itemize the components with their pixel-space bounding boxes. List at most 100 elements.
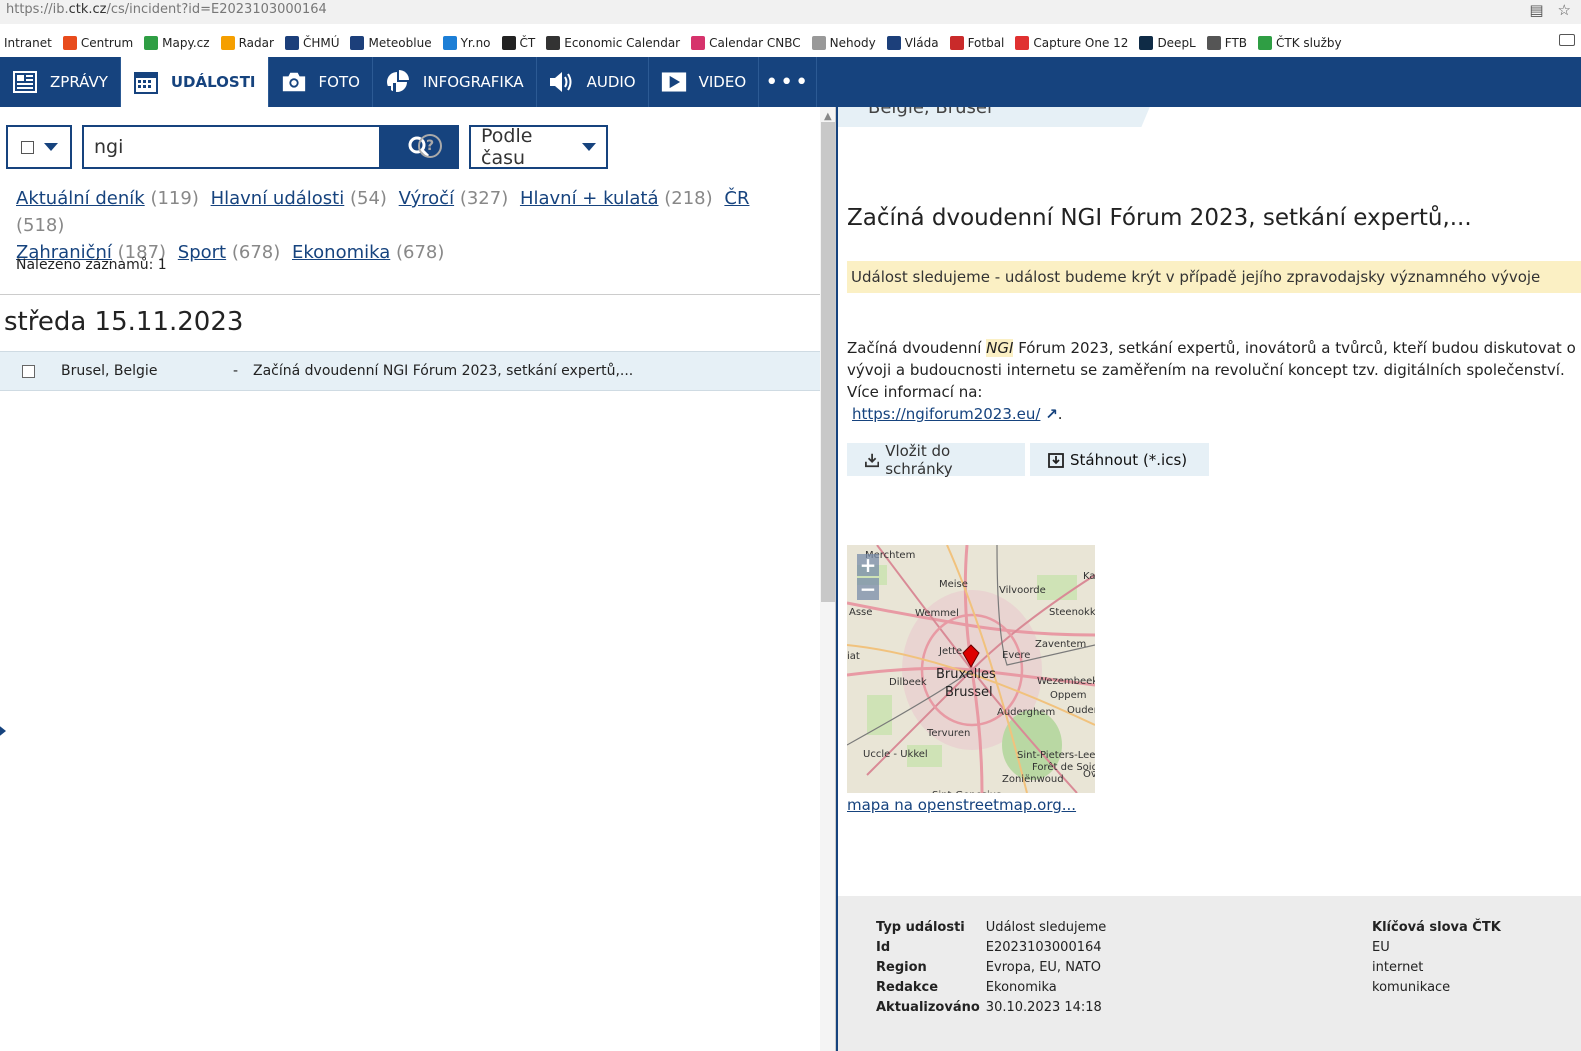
select-all-dropdown[interactable] (6, 125, 72, 169)
map-label: Oppem (1050, 690, 1086, 701)
help-icon[interactable]: ? (418, 134, 442, 158)
url-bar[interactable]: https://ib.ctk.cz/cs/incident?id=E202310… (0, 0, 1581, 24)
bookmark-label: Centrum (80, 36, 134, 50)
keyword-item: EU (1372, 940, 1390, 955)
chart-icon (385, 70, 411, 94)
nav-zpravy[interactable]: ZPRÁVY (0, 57, 121, 107)
chmu-icon (284, 36, 299, 50)
event-link[interactable]: https://ngiforum2023.eu/ (852, 405, 1040, 423)
bookmark-item[interactable]: FTB (1206, 36, 1247, 50)
bookmark-item[interactable]: DeepL (1139, 36, 1196, 50)
scroll-up-icon[interactable]: ▲ (824, 111, 832, 122)
copy-to-clipboard-button[interactable]: Vložit do schránky (847, 441, 1025, 478)
map-label: Sint-Pieters-Leeuw (1017, 750, 1095, 761)
table-row[interactable]: Brusel, Belgie - Začíná dvoudenní NGI Fó… (0, 351, 820, 391)
filter-count: (218) (664, 188, 713, 209)
bookmark-label: Yr.no (460, 36, 491, 50)
location-map[interactable]: Merchtem Meise Vilvoorde Asse Wemmel Steenokk… (847, 545, 1095, 793)
nav-infografika[interactable]: INFOGRAFIKA (373, 57, 537, 107)
nav-video[interactable]: VIDEO (649, 57, 760, 107)
nav-foto[interactable]: FOTO (269, 57, 373, 107)
bookmark-item[interactable]: Mapy.cz (144, 36, 210, 50)
nav-audio[interactable]: AUDIO (537, 57, 649, 107)
nav-udalosti[interactable]: UDÁLOSTI (120, 57, 269, 107)
map-zoom-controls: + − (857, 553, 879, 601)
download-ics-button[interactable]: Stáhnout (*.ics) (1030, 443, 1209, 476)
bookmark-label: Fotbal (967, 36, 1005, 50)
metadata-row: Typ události Událost sledujeme (876, 918, 1112, 938)
map-label: Vilvoorde (999, 585, 1046, 596)
more-label: ••• (765, 69, 811, 95)
zoom-in-button[interactable]: + (857, 553, 879, 577)
bookmark-item[interactable]: Fotbal (949, 36, 1005, 50)
result-count: Nalezeno záznamů: 1 (16, 257, 167, 273)
deepl-icon (1139, 36, 1154, 50)
bookmark-item[interactable]: ČTK služby (1258, 36, 1342, 50)
map-label: Tervuren (926, 728, 970, 739)
bookmark-item[interactable]: Yr.no (442, 36, 491, 50)
scrollbar[interactable]: ▲ (820, 107, 836, 1051)
more-icon[interactable]: ••• (759, 57, 818, 107)
filter-count: (678) (396, 242, 445, 263)
chevron-right-icon[interactable] (0, 720, 6, 742)
row-checkbox[interactable] (22, 364, 35, 378)
bookmark-item[interactable]: Capture One 12 (1015, 36, 1128, 50)
bookmark-label: Vláda (904, 36, 939, 50)
desc-text: Začíná dvoudenní (847, 339, 987, 357)
bookmark-label: Economic Calendar (564, 36, 681, 50)
event-description: Začíná dvoudenní NGI Fórum 2023, setkání… (847, 337, 1577, 425)
bookmark-item[interactable]: ČT (501, 36, 535, 50)
map-label: Zoniënwoud (1002, 774, 1064, 785)
bookmark-item[interactable]: Nehody (811, 36, 876, 50)
select-all-checkbox[interactable] (20, 140, 34, 154)
search-input[interactable] (82, 125, 379, 169)
bookmark-label: Meteoblue (368, 36, 432, 50)
bookmark-label: Capture One 12 (1033, 36, 1129, 50)
keywords-header: Klíčová slova ČTK (1372, 920, 1501, 935)
search-row: ? Podle času (6, 125, 608, 169)
map-label: Zaventem (1035, 639, 1086, 650)
filter-link[interactable]: Aktuální deník (16, 188, 145, 209)
camera-icon (281, 70, 307, 94)
detail-pane: Belgie, Brusel Začíná dvoudenní NGI Fóru… (838, 107, 1581, 1051)
map-label: Steenokkerzeel (1049, 607, 1095, 618)
filter-link[interactable]: ČR (724, 188, 749, 209)
chevron-down-icon (43, 143, 58, 151)
nav-label: INFOGRAFIKA (422, 73, 524, 91)
filter-link[interactable]: Sport (178, 242, 226, 263)
map-label: Uccle - Ukkel (863, 749, 928, 760)
globe-icon (1206, 36, 1221, 50)
map-tiles: MerchtemMeiseVilvoordeAsse Wemmel Steenokk… (847, 545, 1095, 793)
bookmark-item[interactable]: Radar (220, 36, 274, 50)
filter-link[interactable]: Ekonomika (292, 242, 390, 263)
zoom-out-button[interactable]: − (857, 577, 879, 601)
sort-dropdown[interactable]: Podle času (469, 125, 608, 169)
metadata-key: Id (876, 940, 891, 955)
map-label: Sint-Genesius (932, 790, 1001, 793)
metadata-key: Typ události (876, 920, 965, 935)
button-label: Vložit do schránky (885, 441, 953, 478)
bookmark-item[interactable]: Vláda (886, 36, 939, 50)
bookmark-item[interactable]: Centrum (62, 36, 134, 50)
folder-icon[interactable] (1559, 34, 1575, 46)
bookmark-item[interactable]: Economic Calendar (546, 36, 680, 50)
bookmark-item[interactable]: Intranet (4, 36, 52, 50)
bookmark-item[interactable]: Meteoblue (350, 36, 432, 50)
filter-link[interactable]: Výročí (399, 188, 454, 209)
nav-label: AUDIO (586, 73, 636, 91)
map-label: Ov (1083, 769, 1095, 780)
scrollbar-thumb[interactable] (821, 122, 835, 602)
star-icon[interactable]: ☆ (1558, 1, 1571, 19)
filter-link[interactable]: Hlavní události (211, 188, 345, 209)
download-icon (865, 453, 880, 467)
map-label: Jette (938, 646, 962, 657)
bookmark-item[interactable]: ČHMÚ (284, 36, 339, 50)
nav-label: FOTO (318, 73, 360, 91)
location-tab: Belgie, Brusel (838, 107, 1154, 127)
metadata-row: Aktualizováno 30.10.2023 14:18 (876, 998, 1112, 1018)
filter-link[interactable]: Hlavní + kulatá (520, 188, 659, 209)
openstreetmap-link[interactable]: mapa na openstreetmap.org... (847, 796, 1076, 814)
reader-mode-icon[interactable]: ▤ (1529, 1, 1543, 19)
bookmark-item[interactable]: Calendar CNBC (691, 36, 801, 50)
metadata-key: Region (876, 960, 927, 975)
